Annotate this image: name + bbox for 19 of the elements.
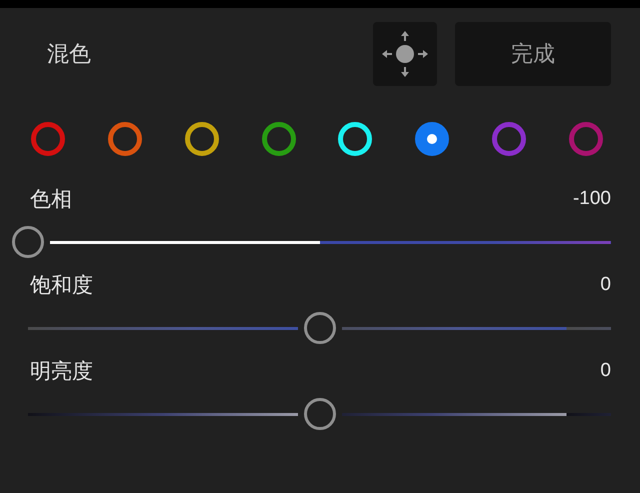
color-swatch[interactable] <box>492 122 526 156</box>
color-swatch[interactable] <box>568 122 603 156</box>
slider-thumb[interactable] <box>304 398 336 430</box>
done-button[interactable]: 完成 <box>455 22 611 86</box>
slider-value: -100 <box>572 188 611 210</box>
color-swatch[interactable] <box>415 122 450 156</box>
slider-thumb[interactable] <box>304 312 336 344</box>
color-swatch[interactable] <box>184 122 219 156</box>
slider-value: 0 <box>600 274 611 296</box>
slider-label: 色相 <box>30 186 72 213</box>
slider-label: 明亮度 <box>30 358 93 385</box>
slider-thumb[interactable] <box>12 226 44 258</box>
slider-label: 饱和度 <box>30 272 93 299</box>
color-swatch[interactable] <box>31 122 65 156</box>
color-swatch[interactable] <box>262 122 296 156</box>
move-button[interactable] <box>373 22 437 86</box>
color-swatch[interactable] <box>108 122 142 156</box>
panel-title: 混色 <box>47 41 92 69</box>
slider-value: 0 <box>600 360 611 382</box>
